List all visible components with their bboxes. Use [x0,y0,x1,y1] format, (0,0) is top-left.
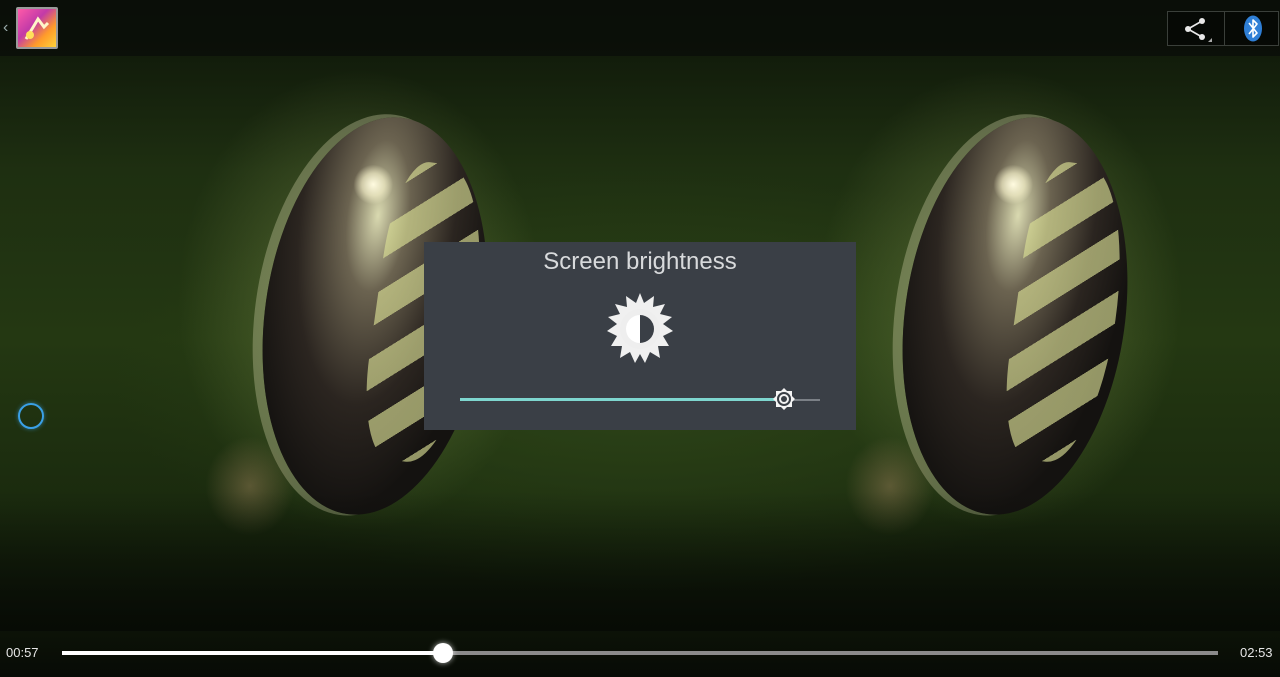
brightness-slider[interactable] [460,388,820,410]
chevron-left-icon[interactable]: ‹ [3,18,8,38]
gallery-app-icon[interactable] [16,7,58,49]
share-button[interactable] [1168,12,1224,45]
top-action-bar: ‹ [0,0,1280,56]
grass-shadow-right [640,491,1280,631]
gallery-app-icon-graphic [24,16,50,40]
share-icon [1185,18,1212,42]
seek-bar[interactable] [62,643,1218,663]
grass-shadow-left [0,491,640,631]
brightness-slider-fill [460,398,784,401]
current-time: 00:57 [6,645,39,660]
brightness-dialog: Screen brightness [424,242,856,430]
total-time: 02:53 [1240,645,1273,660]
action-buttons [1167,11,1279,46]
bluetooth-icon [1244,15,1262,42]
bluetooth-button[interactable] [1224,12,1279,45]
seek-bar-fill [62,651,444,655]
touch-ring-icon [18,403,44,429]
brightness-slider-thumb[interactable] [772,387,796,411]
brightness-sun-icon [607,293,673,363]
dialog-title: Screen brightness [543,248,737,275]
